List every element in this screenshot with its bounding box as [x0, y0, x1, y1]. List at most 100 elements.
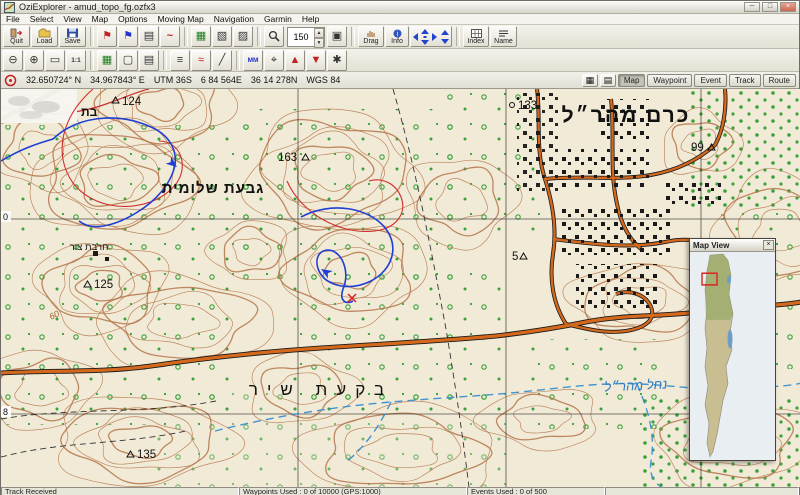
save-button[interactable]: Save	[59, 26, 86, 47]
map-load-2-button[interactable]: ▧	[212, 26, 232, 47]
track-wave-icon: ~	[166, 30, 174, 42]
map-label-village: כרם מהר״ל	[562, 104, 691, 127]
map-view-title-bar[interactable]: Map View ×	[690, 239, 775, 252]
menu-file[interactable]: File	[1, 14, 25, 25]
coordinate-bar: 32.650724° N 34.967843° E UTM 36S 6 84 5…	[1, 72, 799, 89]
track-button[interactable]: ~	[160, 26, 180, 47]
map-load-3-button[interactable]: ▨	[233, 26, 253, 47]
ruler-button[interactable]: ╱	[212, 49, 232, 71]
minimize-button[interactable]: ─	[744, 2, 760, 12]
close-button[interactable]: ×	[780, 2, 796, 12]
map-grid-icon: ▦	[101, 53, 113, 66]
name-label: Name	[494, 37, 513, 45]
toolbar-main: Quit Load Save ⚑ ⚑ ▤ ~ ▦ ▧ ▨ 150 ▲ ▼ ▣ D…	[1, 25, 799, 49]
map-shade-icon: ▨	[237, 30, 249, 42]
app-window: OziExplorer - amud_topo_fg.ozfx3 ─ □ × F…	[0, 0, 800, 495]
menu-view[interactable]: View	[58, 14, 86, 25]
down-arrow-icon: ▼	[310, 53, 322, 66]
app-icon	[4, 1, 15, 13]
quit-button[interactable]: Quit	[3, 26, 30, 47]
menu-select[interactable]: Select	[25, 14, 59, 25]
menu-garmin[interactable]: Garmin	[259, 14, 297, 25]
mode-route-button[interactable]: Route	[762, 73, 796, 87]
zoom-out-button[interactable]: ⊖	[3, 49, 23, 71]
scale-lock-button[interactable]: ▣	[327, 26, 347, 47]
waypoint-list-button[interactable]: ≡	[170, 49, 190, 71]
scroll-up-button[interactable]: ▲	[285, 49, 305, 71]
pan-arrows-icon	[413, 28, 449, 45]
waypoint-button[interactable]: ⚑	[97, 26, 117, 47]
menu-options[interactable]: Options	[113, 14, 152, 25]
map-canvas[interactable]: 124 163 133 99 125 135 5 60 0 8 כרם מהר״…	[1, 89, 800, 487]
zoom-window-button[interactable]: ▭	[45, 49, 65, 71]
info-button[interactable]: i Info	[385, 26, 409, 47]
pan-arrows-control[interactable]	[410, 26, 452, 47]
layers-toggle-button[interactable]: ▤	[599, 73, 616, 87]
event-flag-icon: ⚑	[123, 30, 133, 42]
index-grid-icon	[470, 28, 482, 38]
menu-map[interactable]: Map	[87, 14, 114, 25]
index-map-button[interactable]: Index	[463, 26, 489, 47]
name-search-button[interactable]: Name	[490, 26, 517, 47]
menu-navigation[interactable]: Navigation	[209, 14, 259, 25]
zoom-level-control[interactable]: 150 ▲ ▼	[287, 26, 325, 48]
grid-label-8: 8	[3, 407, 8, 417]
window-title: OziExplorer - amud_topo_fg.ozfx3	[19, 2, 156, 12]
zoom-level-down-button[interactable]: ▼	[314, 37, 324, 48]
maximize-button[interactable]: □	[762, 2, 778, 12]
overview-map[interactable]	[690, 252, 775, 460]
map-grid-icon: ▦	[195, 30, 207, 42]
height-5: 5	[512, 251, 518, 263]
height-163: 163	[278, 152, 297, 164]
map-label-hill: גבעת שלומית	[162, 180, 265, 197]
zoom-window-icon: ▭	[49, 53, 61, 66]
scroll-down-button[interactable]: ▼	[306, 49, 326, 71]
toolbar-separator	[351, 27, 355, 46]
drag-button[interactable]: Drag	[358, 26, 384, 47]
event-button[interactable]: ⚑	[118, 26, 138, 47]
toolbar-separator	[184, 27, 188, 46]
mode-event-button[interactable]: Event	[694, 73, 727, 87]
drag-label: Drag	[363, 37, 379, 45]
status-spare	[605, 487, 799, 495]
track-control-button[interactable]: ≈	[191, 49, 211, 71]
zoom-out-icon: ⊖	[8, 53, 18, 66]
utm-zone-value: UTM 36S	[153, 75, 192, 85]
datum-value: WGS 84	[306, 75, 341, 85]
map-load-1-button[interactable]: ▦	[191, 26, 211, 47]
map-view-panel[interactable]: Map View ×	[689, 238, 776, 461]
blank-map-button[interactable]: ▢	[118, 49, 138, 71]
zoom-level-up-button[interactable]: ▲	[314, 27, 324, 38]
map-label-ruin: חרבת צור	[70, 242, 109, 253]
center-gps-button[interactable]: ⌖	[264, 49, 284, 71]
open-folder-icon	[38, 28, 51, 38]
moving-map-button[interactable]: MM	[243, 49, 263, 71]
map-hatch-icon: ▧	[216, 30, 228, 42]
longitude-value: 34.967843° E	[90, 75, 145, 85]
note-icon: ▤	[143, 30, 155, 42]
name-list-icon	[499, 30, 508, 36]
map-view-close-button[interactable]: ×	[763, 240, 774, 250]
grid-toggle-button[interactable]: ▦	[581, 73, 598, 87]
moving-map-icon: MM	[247, 56, 259, 64]
utm-northing-value: 36 14 278N	[250, 75, 298, 85]
mode-waypoint-button[interactable]: Waypoint	[647, 73, 693, 87]
save-label: Save	[64, 38, 81, 45]
zoom-level-value[interactable]: 150	[288, 28, 314, 46]
menu-bar: File Select View Map Options Moving Map …	[1, 14, 799, 25]
load-label: Load	[36, 38, 53, 45]
zoom-100-button[interactable]: 1:1	[66, 49, 86, 71]
mode-map-button[interactable]: Map	[617, 73, 646, 87]
configuration-button[interactable]: ✱	[327, 49, 347, 71]
menu-help[interactable]: Help	[297, 14, 324, 25]
zoom-in-button[interactable]: ⊕	[24, 49, 44, 71]
info-icon: i	[393, 29, 401, 38]
load-button[interactable]: Load	[31, 26, 58, 47]
menu-moving-map[interactable]: Moving Map	[152, 14, 208, 25]
map-comment-button[interactable]: ▤	[139, 26, 159, 47]
find-map-button[interactable]	[264, 26, 284, 47]
show-map-button[interactable]: ▦	[97, 49, 117, 71]
title-bar[interactable]: OziExplorer - amud_topo_fg.ozfx3 ─ □ ×	[1, 1, 799, 14]
mode-track-button[interactable]: Track	[728, 73, 761, 87]
comments-toggle-button[interactable]: ▤	[139, 49, 159, 71]
